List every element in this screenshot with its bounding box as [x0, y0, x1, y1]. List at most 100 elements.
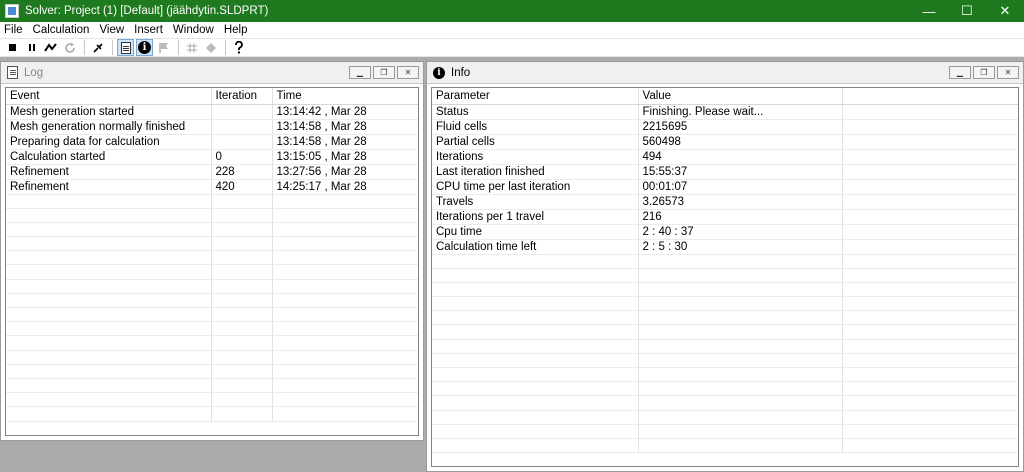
menu-window[interactable]: Window	[169, 22, 220, 38]
info-row[interactable]: CPU time per last iteration 00:01:07	[432, 179, 1018, 195]
table-cell	[211, 104, 273, 120]
info-row[interactable]: Calculation time left 2 : 5 : 30	[432, 239, 1018, 255]
diamond-button[interactable]	[202, 39, 219, 56]
table-cell: 216	[638, 209, 843, 225]
table-cell	[638, 410, 843, 425]
info-row[interactable]: Fluid cells 2215695	[432, 119, 1018, 135]
info-row[interactable]: Iterations per 1 travel 216	[432, 209, 1018, 225]
empty-row	[6, 406, 418, 422]
info-row[interactable]: Cpu time 2 : 40 : 37	[432, 224, 1018, 240]
table-cell	[842, 381, 1018, 397]
minimize-button[interactable]: —	[910, 0, 948, 22]
table-cell	[842, 224, 1018, 240]
log-minimize-button[interactable]: ▁	[349, 66, 371, 79]
table-cell	[272, 392, 418, 408]
stop-button[interactable]	[4, 39, 21, 56]
insert-button[interactable]	[42, 39, 59, 56]
menu-help[interactable]: Help	[220, 22, 254, 38]
column-header-value[interactable]: Value	[638, 88, 843, 105]
empty-row	[432, 381, 1018, 397]
table-cell	[638, 310, 843, 326]
menu-bar: File Calculation View Insert Window Help	[0, 22, 1024, 38]
help-button[interactable]	[230, 39, 247, 56]
info-row[interactable]: Last iteration finished 15:55:37	[432, 164, 1018, 180]
table-cell: 00:01:07	[638, 179, 843, 195]
table-cell: 13:14:58 , Mar 28	[272, 134, 418, 150]
info-title: Info	[451, 66, 471, 79]
menu-view[interactable]: View	[95, 22, 130, 38]
flag-button[interactable]	[155, 39, 172, 56]
table-cell	[432, 310, 639, 326]
empty-row	[432, 339, 1018, 354]
menu-file[interactable]: File	[0, 22, 29, 38]
menu-calculation[interactable]: Calculation	[29, 22, 96, 38]
log-row[interactable]: Preparing data for calculation 13:14:58 ,…	[6, 134, 418, 150]
info-minimize-button[interactable]: ▁	[949, 66, 971, 79]
table-cell	[842, 209, 1018, 225]
empty-row	[432, 254, 1018, 269]
table-cell: 15:55:37	[638, 164, 843, 180]
table-cell: Finishing. Please wait...	[638, 104, 843, 120]
info-row[interactable]: Partial cells 560498	[432, 134, 1018, 150]
info-row[interactable]: Iterations 494	[432, 149, 1018, 165]
column-header-event[interactable]: Event	[6, 88, 212, 105]
pause-button[interactable]	[23, 39, 40, 56]
table-cell	[272, 364, 418, 379]
table-cell	[272, 293, 418, 309]
column-header-iteration[interactable]: Iteration	[211, 88, 273, 105]
log-row[interactable]: Calculation started 0 13:15:05 , Mar 28	[6, 149, 418, 165]
info-table[interactable]: Parameter Value Status Finishing. Please …	[431, 87, 1019, 467]
table-cell	[211, 264, 273, 280]
log-row[interactable]: Refinement 420 14:25:17 , Mar 28	[6, 179, 418, 195]
column-header-parameter[interactable]: Parameter	[432, 88, 639, 105]
maximize-button[interactable]: ☐	[948, 0, 986, 22]
table-cell	[211, 392, 273, 408]
workspace-background	[0, 441, 424, 472]
table-cell	[211, 335, 273, 351]
log-row[interactable]: Mesh generation started 13:14:42 , Mar 28	[6, 104, 418, 120]
table-cell: 13:15:05 , Mar 28	[272, 149, 418, 165]
table-cell	[842, 438, 1018, 454]
table-cell	[638, 296, 843, 312]
empty-row	[432, 395, 1018, 411]
empty-row	[432, 310, 1018, 326]
table-cell	[432, 339, 639, 354]
pin-button[interactable]	[89, 39, 106, 56]
table-cell	[638, 254, 843, 269]
log-close-button[interactable]: ✕	[397, 66, 419, 79]
empty-row	[6, 250, 418, 266]
info-row[interactable]: Status Finishing. Please wait...	[432, 104, 1018, 120]
close-button[interactable]: ✕	[986, 0, 1024, 22]
table-cell: Calculation started	[6, 149, 212, 165]
table-cell	[842, 254, 1018, 269]
log-row[interactable]: Refinement 228 13:27:56 , Mar 28	[6, 164, 418, 180]
grid-button[interactable]	[183, 39, 200, 56]
refresh-button[interactable]	[61, 39, 78, 56]
table-cell	[6, 364, 212, 379]
table-cell: Partial cells	[432, 134, 639, 150]
table-cell: Status	[432, 104, 639, 120]
info-button[interactable]: i	[136, 39, 153, 56]
empty-row	[6, 335, 418, 351]
log-table[interactable]: Event Iteration Time Mesh generation sta…	[5, 87, 419, 436]
table-cell: Preparing data for calculation	[6, 134, 212, 150]
table-cell	[842, 395, 1018, 411]
flag-icon	[159, 42, 168, 53]
table-cell	[211, 250, 273, 266]
info-row[interactable]: Travels 3.26573	[432, 194, 1018, 210]
log-button[interactable]	[117, 39, 134, 56]
info-restore-button[interactable]: ❐	[973, 66, 995, 79]
table-cell	[272, 222, 418, 238]
log-restore-button[interactable]: ❐	[373, 66, 395, 79]
table-cell: Travels	[432, 194, 639, 210]
column-header-extra[interactable]	[842, 88, 1018, 105]
info-close-button[interactable]: ✕	[997, 66, 1019, 79]
table-cell	[211, 406, 273, 422]
column-header-time[interactable]: Time	[272, 88, 418, 105]
log-row[interactable]: Mesh generation normally finished 13:14:5…	[6, 119, 418, 135]
table-cell: 3.26573	[638, 194, 843, 210]
table-cell	[842, 410, 1018, 425]
table-cell	[432, 268, 639, 283]
pin-icon	[92, 42, 103, 53]
menu-insert[interactable]: Insert	[130, 22, 169, 38]
